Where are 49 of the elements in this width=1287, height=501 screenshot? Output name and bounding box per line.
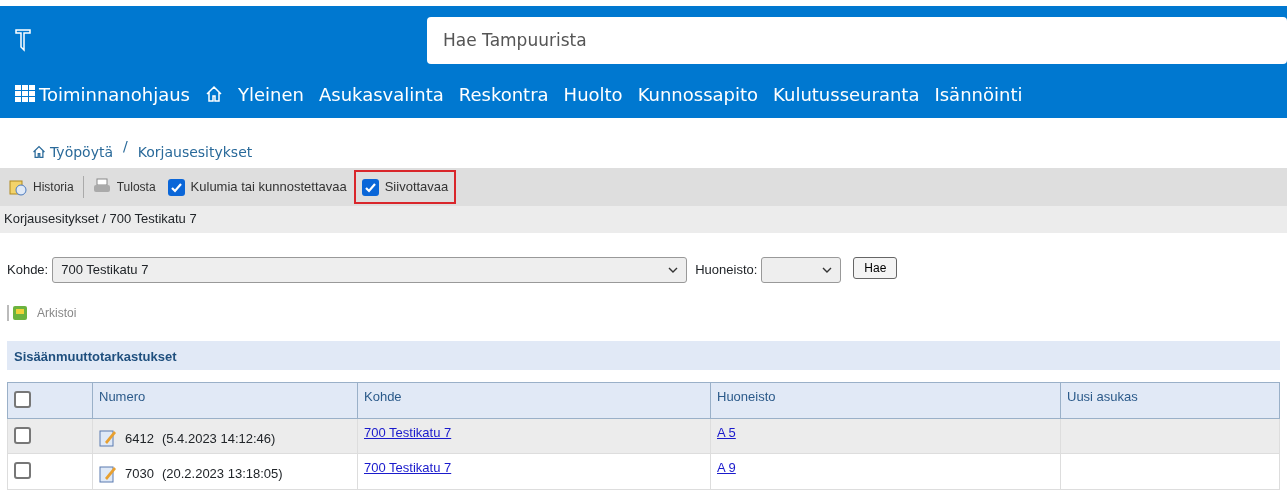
archive-link[interactable]: Arkistoi [37, 304, 77, 322]
checkbox[interactable] [361, 178, 379, 196]
column-header: Numero [92, 382, 358, 418]
table-cell-text: (5.4.2023 14:12:46) [161, 429, 276, 448]
table-link[interactable]: A 9 [717, 460, 736, 475]
archive-icon [7, 304, 29, 322]
kohde-label: Kohde: [7, 261, 49, 280]
path-text: Korjausesitykset / 700 Testikatu 7 [0, 206, 1287, 233]
breadcrumb-separator: / [123, 137, 128, 156]
nav-link[interactable]: Toiminnanohjaus [15, 80, 190, 108]
section-header: Sisäänmuuttotarkastukset [7, 341, 1280, 370]
history-icon [9, 178, 27, 196]
table-link[interactable]: 700 Testikatu 7 [364, 460, 452, 475]
table-cell-text: 7030 [125, 465, 154, 483]
column-header: Kohde [357, 382, 711, 418]
checkbox[interactable] [167, 178, 185, 196]
logo-icon [15, 28, 31, 52]
home-icon [32, 145, 46, 159]
huoneisto-label: Huoneisto: [695, 261, 758, 280]
nav-link[interactable]: Kunnossapito [637, 80, 759, 108]
home-icon[interactable] [205, 85, 223, 103]
table-cell-text: (20.2.2023 13:18:05) [161, 465, 283, 483]
nav-link[interactable]: Asukasvalinta [318, 80, 444, 108]
table-link[interactable]: A 5 [717, 424, 736, 440]
nav-link[interactable]: Huolto [563, 80, 623, 108]
checkbox-label: Siivottavaa [384, 178, 449, 197]
nav-link[interactable]: Kulutusseuranta [773, 80, 920, 108]
table-link[interactable]: 700 Testikatu 7 [364, 424, 452, 440]
nav-link[interactable]: Isännöinti [934, 80, 1023, 108]
breadcrumb-link[interactable]: Korjausesitykset [137, 136, 253, 168]
history-button[interactable]: Historia [33, 178, 74, 196]
checkbox-label: Kulumia tai kunnostettavaa [190, 178, 347, 197]
nav-link[interactable]: Yleinen [238, 80, 304, 108]
search-button[interactable]: Hae [853, 257, 898, 279]
huoneisto-select[interactable] [761, 257, 842, 283]
nav-link[interactable]: Reskontra [458, 80, 549, 108]
column-header: Uusi asukas [1060, 382, 1280, 418]
checkbox[interactable] [14, 391, 31, 408]
checkbox[interactable] [14, 426, 31, 444]
caret-icon [822, 267, 833, 273]
grid-icon [15, 85, 35, 103]
column-header: Huoneisto [710, 382, 1061, 418]
print-button[interactable]: Tulosta [116, 178, 156, 196]
checkbox[interactable] [14, 462, 31, 479]
kohde-select[interactable]: 700 Testikatu 7 [52, 257, 688, 283]
breadcrumb-link[interactable]: Työpöytä [50, 141, 114, 163]
caret-icon [668, 267, 679, 273]
table-cell-text: 6412 [125, 429, 154, 448]
search-field[interactable]: Hae Tampuurista [427, 16, 1287, 64]
